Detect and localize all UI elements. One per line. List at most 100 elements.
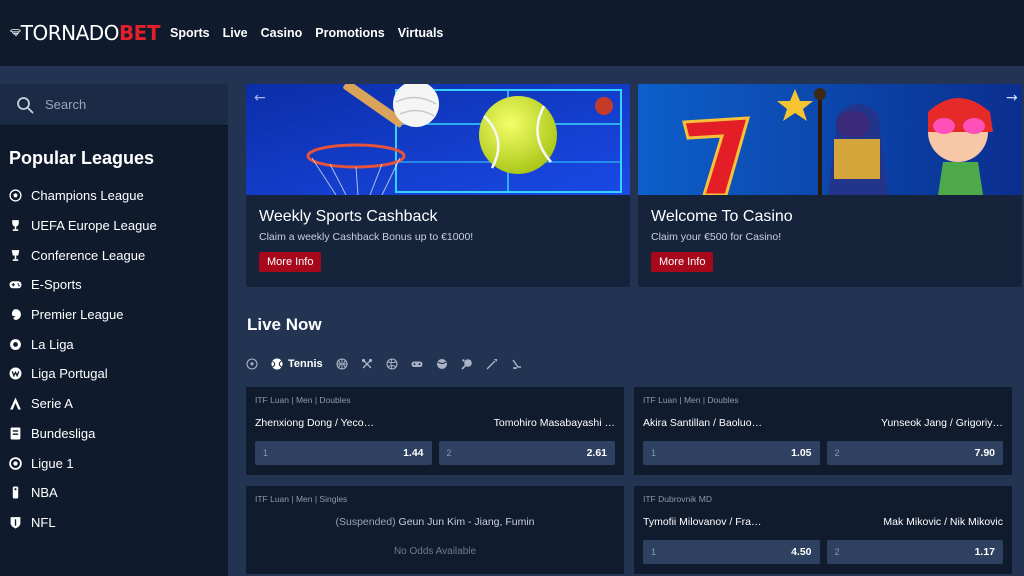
match-meta: ITF Dubrovnik MD: [643, 494, 712, 504]
conference-trophy-icon: [9, 249, 22, 262]
hockey-icon: [512, 359, 521, 369]
badminton-icon: [361, 358, 372, 369]
soccer-icon: [246, 358, 258, 370]
away-team: Tomohiro Masabayashi …: [493, 417, 615, 429]
odds-button-away[interactable]: 2 7.90: [826, 441, 1003, 465]
nav-casino[interactable]: Casino: [261, 26, 303, 40]
nav-virtuals[interactable]: Virtuals: [398, 26, 444, 40]
ball-icon: [436, 359, 447, 369]
match-meta: ITF Luan | Men | Doubles: [643, 395, 739, 405]
odds-key: 1: [263, 448, 269, 458]
esports-icon: [411, 361, 423, 367]
nba-icon: [9, 486, 22, 499]
tennis-icon: [271, 358, 283, 370]
bundesliga-icon: [9, 427, 22, 440]
suspended-tag: (Suspended): [335, 516, 396, 528]
sidebar-item-label: Serie A: [31, 396, 73, 412]
search-icon[interactable]: [16, 96, 34, 114]
nav-sports[interactable]: Sports: [170, 26, 210, 40]
odds-button-away[interactable]: 2 2.61: [438, 441, 615, 465]
casino-banner-image: →: [638, 84, 1022, 195]
europa-trophy-icon: [9, 219, 22, 232]
tab-tennis[interactable]: Tennis: [271, 358, 323, 370]
promo-subtitle: Claim a weekly Cashback Bonus up to €100…: [259, 231, 474, 243]
odds-value: 1.17: [974, 546, 995, 558]
live-match-card[interactable]: ITF Dubrovnik MD Tymofii Milovanov / Fra…: [634, 486, 1012, 574]
suspended-match: (Suspended) Geun Jun Kim - Jiang, Fumin: [255, 516, 615, 528]
live-match-card-suspended[interactable]: ITF Luan | Men | Singles (Suspended) Geu…: [246, 486, 624, 574]
odds-key: 1: [651, 547, 657, 557]
sidebar-item-bundesliga[interactable]: Bundesliga: [0, 419, 228, 449]
odds-value: 1.05: [791, 447, 812, 459]
odds-key: 1: [651, 448, 657, 458]
serie-a-icon: [9, 397, 22, 410]
live-match-card[interactable]: ITF Luan | Men | Doubles Akira Santillan…: [634, 387, 1012, 475]
live-now-heading: Live Now: [247, 315, 322, 334]
tab-hockey[interactable]: [511, 358, 523, 370]
sports-banner-image: ←: [246, 84, 630, 195]
odds-button-home[interactable]: 1 1.05: [643, 441, 820, 465]
tab-darts[interactable]: [486, 358, 498, 370]
tab-esports[interactable]: [411, 358, 423, 370]
sidebar-item-label: Bundesliga: [31, 425, 96, 441]
banner-next-arrow[interactable]: →: [1006, 90, 1018, 106]
nfl-shield-icon: [9, 516, 22, 529]
soccer-ball-icon: [9, 189, 22, 202]
odds-button-away[interactable]: 2 1.17: [826, 540, 1003, 564]
sidebar-item-ligue-1[interactable]: Ligue 1: [0, 448, 228, 478]
sidebar-item-liga-portugal[interactable]: Liga Portugal: [0, 359, 228, 389]
volleyball-icon: [386, 358, 398, 370]
nav-promotions[interactable]: Promotions: [315, 26, 384, 40]
tab-table-tennis[interactable]: [461, 358, 473, 370]
banner-prev-arrow[interactable]: ←: [254, 90, 266, 106]
tab-basketball[interactable]: [336, 358, 348, 370]
tab-volleyball[interactable]: [386, 358, 398, 370]
tornado-logo-icon: [10, 29, 21, 37]
sidebar-item-uefa-europe-league[interactable]: UEFA Europe League: [0, 211, 228, 241]
tab-soccer[interactable]: [246, 358, 258, 370]
odds-key: 2: [834, 448, 840, 458]
sidebar-item-serie-a[interactable]: Serie A: [0, 389, 228, 419]
sidebar-item-label: Premier League: [31, 307, 124, 323]
odds-value: 7.90: [974, 447, 995, 459]
sidebar-item-champions-league[interactable]: Champions League: [0, 181, 228, 211]
odds-button-home[interactable]: 1 1.44: [255, 441, 432, 465]
tab-badminton[interactable]: [361, 358, 373, 370]
nav-live[interactable]: Live: [223, 26, 248, 40]
casino-banner-illustration: →: [638, 84, 1022, 195]
odds-button-home[interactable]: 1 4.50: [643, 540, 820, 564]
sidebar-item-label: Champions League: [31, 188, 144, 204]
sidebar-item-label: NBA: [31, 485, 58, 501]
away-team: Mak Mikovic / Nik Mikovic: [883, 516, 1003, 528]
table-tennis-icon: [461, 359, 472, 370]
search-bar: [0, 84, 228, 126]
more-info-button[interactable]: More Info: [259, 252, 322, 272]
live-match-card[interactable]: ITF Luan | Men | Doubles Zhenxiong Dong …: [246, 387, 624, 475]
sidebar-item-nfl[interactable]: NFL: [0, 508, 228, 538]
sidebar-item-label: E-Sports: [31, 277, 82, 293]
sidebar-item-label: La Liga: [31, 336, 74, 352]
league-list: Champions League UEFA Europe League Conf…: [0, 181, 228, 537]
sidebar-item-la-liga[interactable]: La Liga: [0, 329, 228, 359]
odds-key: 2: [446, 448, 452, 458]
top-navigation-bar: TORNADOBET Sports Live Casino Promotions…: [0, 0, 1024, 66]
tab-tennis-label: Tennis: [288, 358, 323, 370]
live-sport-tabs: Tennis: [246, 356, 536, 372]
match-teams: Geun Jun Kim - Jiang, Fumin: [398, 516, 535, 528]
sidebar-item-e-sports[interactable]: E-Sports: [0, 270, 228, 300]
search-input[interactable]: [45, 97, 215, 112]
brand-logo[interactable]: TORNADOBET: [10, 16, 161, 50]
sidebar-item-conference-league[interactable]: Conference League: [0, 240, 228, 270]
tab-ball[interactable]: [436, 358, 448, 370]
more-info-button[interactable]: More Info: [651, 252, 714, 272]
sidebar-item-label: UEFA Europe League: [31, 218, 157, 234]
sidebar-item-label: Ligue 1: [31, 455, 74, 471]
sidebar-item-nba[interactable]: NBA: [0, 478, 228, 508]
popular-leagues-heading: Popular Leagues: [9, 148, 155, 168]
away-team: Yunseok Jang / Grigoriy…: [881, 417, 1003, 429]
no-odds-message: No Odds Available: [393, 546, 477, 557]
darts-icon: [486, 359, 497, 370]
promo-title: Weekly Sports Cashback: [259, 208, 438, 225]
sidebar-item-premier-league[interactable]: Premier League: [0, 300, 228, 330]
basketball-icon: [336, 358, 348, 370]
